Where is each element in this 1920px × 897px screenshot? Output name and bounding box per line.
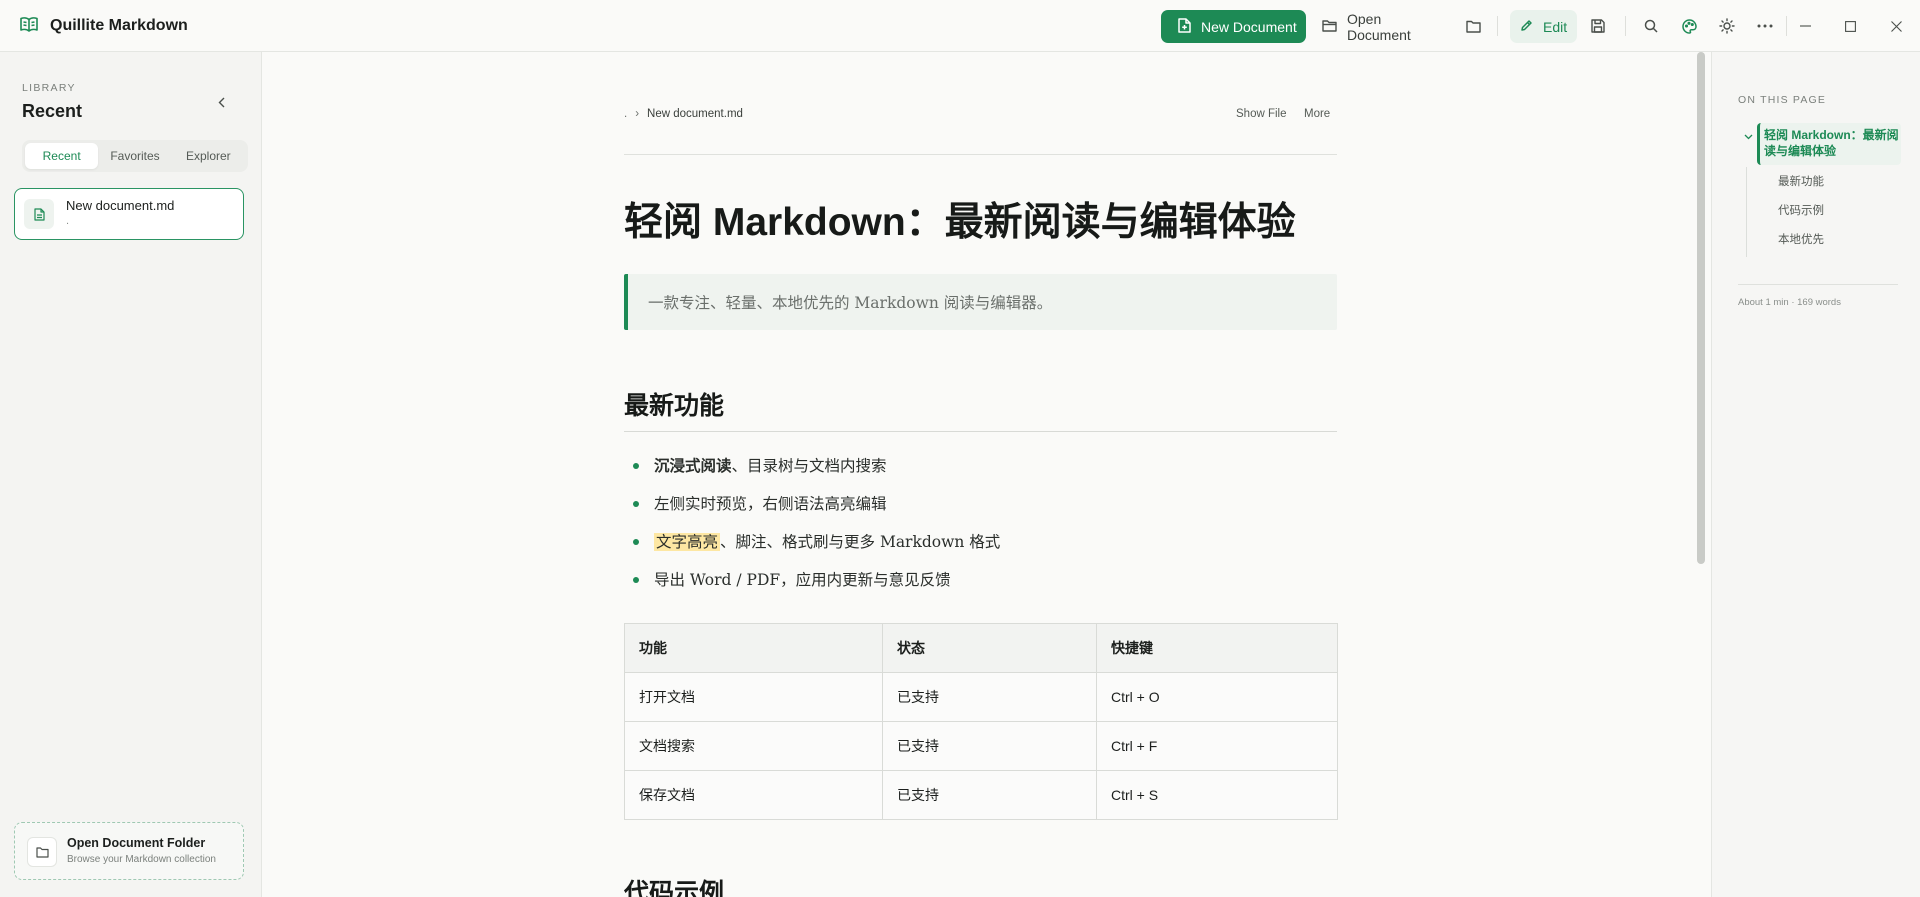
toolbar-divider [1786, 16, 1787, 36]
breadcrumb: . › New document.md [624, 108, 743, 120]
edit-label: Edit [1543, 18, 1568, 35]
sun-icon[interactable] [1715, 14, 1739, 38]
divider [624, 431, 1337, 432]
toc-guide-line [1746, 167, 1747, 257]
list-item: 导出 Word / PDF，应用内更新与意见反馈 [624, 568, 1337, 606]
document-path: . [66, 215, 70, 227]
book-icon [20, 16, 38, 37]
new-document-label: New Document [1201, 18, 1297, 35]
new-document-button[interactable]: New Document [1161, 10, 1306, 43]
list-item: 沉浸式阅读、目录树与文档内搜索 [624, 454, 1337, 492]
toc-item-label: 轻阅 Markdown：最新阅 [1764, 128, 1899, 142]
folder-icon [27, 837, 57, 867]
blockquote-text: 一款专注、轻量、本地优先的 Markdown 阅读与编辑器。 [648, 294, 1053, 312]
table-header: 状态 [882, 623, 1097, 673]
sidebar: LIBRARY Recent Recent Favorites Explorer… [0, 52, 262, 897]
table-cell: 文档搜索 [624, 721, 883, 771]
blockquote: 一款专注、轻量、本地优先的 Markdown 阅读与编辑器。 [624, 274, 1337, 330]
more-icon[interactable] [1753, 14, 1777, 38]
reading-stats: About 1 min · 169 words [1738, 297, 1841, 308]
open-document-label: Open Document [1347, 10, 1411, 43]
table-cell: 已支持 [882, 721, 1097, 771]
toc-item[interactable]: 最新功能 [1778, 173, 1824, 189]
list-item: 文字高亮 、脚注、格式刷与更多 Markdown 格式 [624, 530, 1337, 568]
table-of-contents: ON THIS PAGE 轻阅 Markdown：最新阅 读与编辑体验 最新功能… [1711, 52, 1920, 897]
show-file-button[interactable]: Show File [1236, 108, 1287, 120]
document-name: New document.md [66, 198, 175, 213]
sidebar-tabs: Recent Favorites Explorer [22, 140, 248, 172]
chevron-down-icon[interactable] [1742, 131, 1754, 143]
section-heading-code: 代码示例 [624, 879, 725, 897]
sidebar-title: Recent [22, 101, 83, 121]
highlighted-text: 文字高亮 [654, 533, 721, 551]
toc-item-active[interactable]: 轻阅 Markdown：最新阅 读与编辑体验 [1757, 123, 1901, 165]
feature-list: 沉浸式阅读、目录树与文档内搜索 左侧实时预览，右侧语法高亮编辑 文字高亮 、脚注、… [624, 454, 1337, 606]
open-folder-icon[interactable] [1461, 14, 1485, 38]
top-bar: Quillite Markdown New Document Open Docu… [0, 0, 1920, 52]
table-header-row: 功能 状态 快捷键 [624, 623, 1338, 673]
collapse-sidebar-icon[interactable] [212, 93, 230, 111]
section-heading-features: 最新功能 [624, 392, 725, 420]
table-cell: 打开文档 [624, 672, 883, 722]
table-header: 功能 [624, 623, 883, 673]
toolbar-divider [1497, 16, 1498, 36]
document-heading: 轻阅 Markdown：最新阅读与编辑体验 [624, 201, 1296, 244]
close-icon[interactable] [1884, 14, 1908, 38]
breadcrumb-root[interactable]: . [624, 108, 627, 120]
table-cell: 已支持 [882, 672, 1097, 722]
table-row: 保存文档 已支持 Ctrl + S [624, 770, 1338, 820]
brand: Quillite Markdown [20, 14, 188, 38]
toc-item-label: 读与编辑体验 [1764, 144, 1837, 158]
table-cell: 保存文档 [624, 770, 883, 820]
open-folder-subtitle: Browse your Markdown collection [67, 854, 216, 865]
toc-item[interactable]: 代码示例 [1778, 202, 1824, 218]
file-icon [24, 199, 54, 229]
table-row: 打开文档 已支持 Ctrl + O [624, 672, 1338, 722]
breadcrumb-separator: › [635, 108, 640, 120]
open-folder-title: Open Document Folder [67, 836, 206, 850]
table-cell: Ctrl + O [1096, 672, 1338, 722]
more-button[interactable]: More [1304, 108, 1330, 120]
library-label: LIBRARY [22, 82, 76, 94]
divider [1738, 284, 1898, 285]
tab-explorer[interactable]: Explorer [172, 143, 245, 169]
open-document-folder-button[interactable]: Open Document Folder Browse your Markdow… [14, 822, 244, 880]
list-item: 左侧实时预览，右侧语法高亮编辑 [624, 492, 1337, 530]
document-view: . › New document.md Show File More 轻阅 Ma… [262, 52, 1711, 897]
divider [624, 154, 1337, 155]
toc-item[interactable]: 本地优先 [1778, 231, 1824, 247]
app-title: Quillite Markdown [50, 17, 188, 34]
tab-recent[interactable]: Recent [25, 143, 99, 169]
breadcrumb-file: New document.md [647, 108, 743, 120]
tab-favorites[interactable]: Favorites [98, 143, 171, 169]
edit-button[interactable]: Edit [1510, 10, 1577, 43]
open-document-button[interactable]: Open Document [1320, 10, 1446, 43]
toolbar-divider [1625, 16, 1626, 36]
scrollbar[interactable] [1697, 52, 1705, 564]
minimize-icon[interactable] [1793, 14, 1817, 38]
palette-icon[interactable] [1677, 14, 1701, 38]
file-plus-icon [1178, 17, 1191, 36]
table-row: 文档搜索 已支持 Ctrl + F [624, 721, 1338, 771]
table-cell: Ctrl + F [1096, 721, 1338, 771]
recent-document-item[interactable]: New document.md . [14, 188, 244, 240]
feature-table: 功能 状态 快捷键 打开文档 已支持 Ctrl + O 文档搜索 已支持 Ctr… [624, 623, 1338, 820]
search-icon[interactable] [1639, 14, 1663, 38]
pencil-icon [1520, 19, 1533, 35]
save-icon[interactable] [1586, 14, 1610, 38]
table-cell: Ctrl + S [1096, 770, 1338, 820]
table-header: 快捷键 [1096, 623, 1338, 673]
toc-label: ON THIS PAGE [1738, 94, 1827, 106]
table-cell: 已支持 [882, 770, 1097, 820]
folder-open-icon [1322, 19, 1337, 35]
maximize-icon[interactable] [1838, 14, 1862, 38]
